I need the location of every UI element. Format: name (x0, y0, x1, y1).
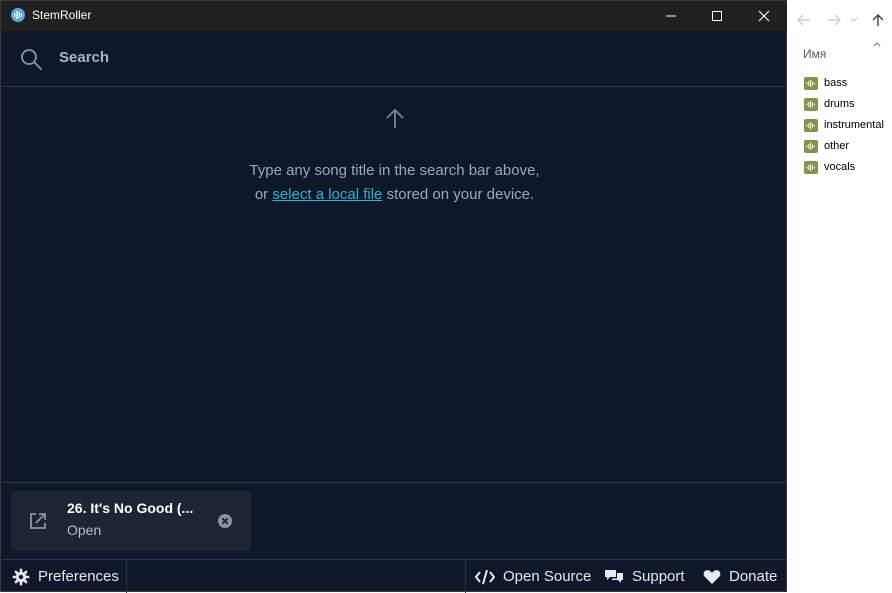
recent-song-card[interactable]: 26. It's No Good (... Open (11, 491, 251, 551)
audio-file-icon (804, 97, 818, 111)
heart-icon (703, 569, 721, 584)
preferences-button[interactable]: Preferences (12, 560, 119, 593)
back-button[interactable] (794, 10, 814, 30)
footer-separator (126, 560, 127, 593)
divider (2, 482, 787, 483)
open-external-icon (30, 513, 46, 529)
arrow-left-icon (797, 14, 810, 26)
search-icon (21, 49, 42, 70)
support-label: Support (632, 568, 685, 585)
forward-button[interactable] (824, 10, 844, 30)
hint-line-2: or select a local file stored on your de… (2, 183, 787, 207)
file-item[interactable]: instrumental (804, 116, 884, 134)
file-item[interactable]: bass (804, 74, 847, 92)
arrow-up-icon (386, 108, 404, 128)
file-name: other (824, 140, 850, 152)
file-item[interactable]: vocals (804, 158, 855, 176)
hint-prefix: or (254, 186, 273, 203)
arrow-right-icon (828, 14, 841, 26)
sort-ascending-icon (873, 42, 881, 47)
arrow-up-icon (872, 14, 884, 26)
file-name: drums (824, 98, 855, 110)
audio-file-icon (804, 139, 818, 153)
minimize-icon (666, 15, 676, 17)
support-button[interactable]: Support (604, 560, 685, 593)
close-icon (758, 10, 770, 22)
file-name: bass (824, 77, 848, 89)
donate-button[interactable]: Donate (703, 560, 777, 593)
open-source-label: Open Source (503, 568, 592, 585)
maximize-button[interactable] (694, 1, 740, 31)
up-button[interactable] (868, 10, 888, 30)
hint-line-1: Type any song title in the search bar ab… (249, 162, 540, 179)
search-bar[interactable]: Search (2, 32, 787, 87)
app-window: StemRoller Search Type any song title in… (0, 0, 787, 593)
title-bar[interactable]: StemRoller (1, 1, 787, 31)
window-title: StemRoller (32, 8, 92, 22)
chevron-down-icon (850, 17, 858, 22)
audio-file-icon (804, 118, 818, 132)
open-source-button[interactable]: Open Source (475, 560, 591, 593)
song-title: 26. It's No Good (... (67, 500, 194, 516)
code-icon (475, 569, 495, 584)
recent-locations-button[interactable] (848, 10, 860, 30)
select-local-file-link[interactable]: select a local file (272, 186, 382, 203)
search-hint: Type any song title in the search bar ab… (2, 159, 787, 207)
minimize-button[interactable] (648, 1, 694, 31)
preferences-label: Preferences (38, 568, 119, 585)
file-item[interactable]: other (804, 137, 849, 155)
file-name: vocals (824, 161, 856, 173)
file-name: instrumental (824, 119, 884, 131)
footer-separator (465, 560, 466, 593)
donate-label: Donate (729, 568, 778, 585)
stemroller-logo-icon (11, 8, 25, 22)
close-circle-icon[interactable] (217, 513, 233, 529)
audio-file-icon (804, 76, 818, 90)
audio-file-icon (804, 160, 818, 174)
maximize-icon (712, 11, 722, 21)
footer-bar: Preferences Open Source Support Donate (2, 559, 787, 593)
open-song-action[interactable]: Open (67, 522, 101, 538)
file-item[interactable]: drums (804, 95, 855, 113)
close-window-button[interactable] (741, 1, 787, 31)
search-input[interactable]: Search (59, 49, 109, 66)
chat-icon (605, 569, 623, 583)
file-explorer-panel: Имя bass drums instrumental other vocals (788, 0, 892, 592)
gear-icon (12, 567, 30, 586)
name-column-header[interactable]: Имя (803, 47, 826, 61)
hint-suffix: stored on your device. (382, 186, 535, 203)
